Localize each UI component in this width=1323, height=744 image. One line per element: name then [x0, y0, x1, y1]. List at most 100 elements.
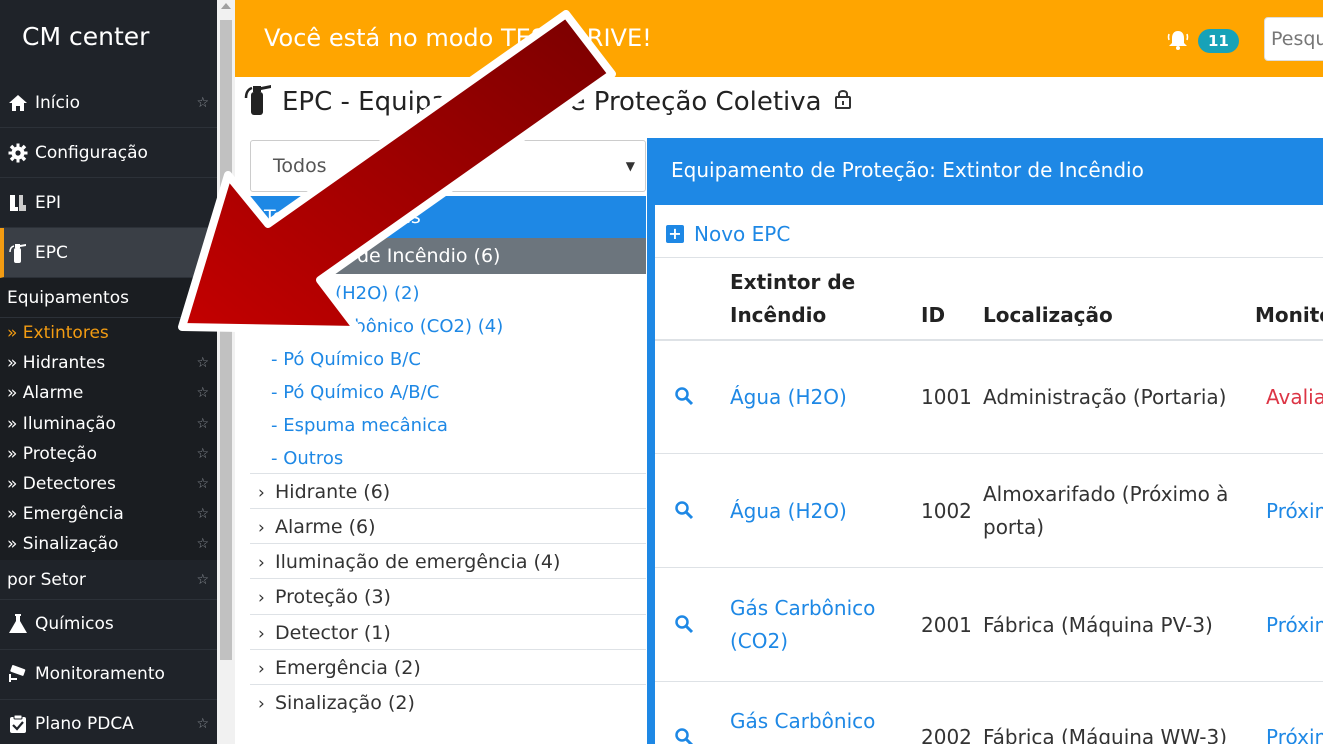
- camera-icon: [6, 662, 30, 686]
- tree-item-iluminacao[interactable]: › Iluminação de emergência (4): [250, 543, 646, 578]
- sidebar-subitem-sinalizacao[interactable]: » Sinalização ☆: [0, 529, 217, 560]
- chevron-right-icon: ›: [258, 553, 265, 573]
- divider: [655, 257, 1323, 258]
- sidebar: CM center Início ☆ Configuração EPI EPC: [0, 0, 217, 744]
- sidebar-item-por-setor[interactable]: por Setor ☆: [0, 560, 217, 600]
- tree-item-hidrante[interactable]: › Hidrante (6): [250, 473, 646, 508]
- sidebar-subitem-emergencia[interactable]: » Emergência ☆: [0, 499, 217, 530]
- star-icon[interactable]: ☆: [196, 716, 209, 732]
- bell-icon[interactable]: [1166, 28, 1190, 52]
- boots-icon: [6, 191, 30, 215]
- column-header-monitoring[interactable]: Monitoramento: [1255, 299, 1323, 332]
- sidebar-subitem-label: » Emergência: [7, 504, 124, 525]
- table-cell-type[interactable]: Gás Carbônico (CO2): [730, 592, 875, 658]
- chevron-right-icon: ›: [258, 588, 265, 608]
- extinguisher-icon: [6, 241, 30, 265]
- table-cell-location: Almoxarifado (Próximo à porta): [983, 478, 1228, 544]
- tree-subitem-po-quimico-abc[interactable]: - Pó Químico A/B/C: [271, 382, 439, 403]
- tree-subitem-espuma[interactable]: - Espuma mecânica: [271, 415, 448, 436]
- sidebar-item-configuracao[interactable]: Configuração: [0, 128, 217, 178]
- column-header-location[interactable]: Localização: [983, 299, 1113, 332]
- lock-icon[interactable]: [834, 87, 852, 117]
- row-divider: [655, 567, 1323, 568]
- extinguisher-icon: [244, 82, 272, 123]
- table-cell-location: Fábrica (Máquina WW-3): [983, 725, 1228, 744]
- tree-item-label: Emergência (2): [275, 657, 421, 679]
- column-header-id[interactable]: ID: [921, 299, 945, 332]
- type-line: Gás Carbônico: [730, 596, 876, 620]
- star-icon[interactable]: ☆: [196, 469, 209, 499]
- sidebar-section-equipamentos[interactable]: Equipamentos: [0, 278, 217, 318]
- column-header-line: Incêndio: [730, 303, 827, 327]
- search-input[interactable]: Pesquisar: [1264, 17, 1323, 61]
- sidebar-item-label: EPC: [35, 242, 68, 263]
- sidebar-item-inicio[interactable]: Início ☆: [0, 78, 217, 128]
- table-header-divider: [655, 339, 1323, 341]
- top-bar: Você está no modo TEST DRIVE! 11 Pesquis…: [235, 0, 1323, 77]
- magnifier-icon[interactable]: [674, 614, 694, 634]
- tree-subitem-outros[interactable]: - Outros: [271, 448, 343, 469]
- sector-filter-select[interactable]: Todos ▼: [250, 140, 646, 192]
- column-header-type[interactable]: Extintor de Incêndio: [730, 266, 855, 332]
- sidebar-subitem-iluminacao[interactable]: » Iluminação ☆: [0, 408, 217, 439]
- star-icon[interactable]: ☆: [196, 378, 209, 408]
- magnifier-icon[interactable]: [674, 500, 694, 520]
- table-cell-status[interactable]: Próximo: [1266, 721, 1323, 744]
- table-cell-type[interactable]: Gás Carbônico: [730, 705, 875, 738]
- sidebar-item-monitoramento[interactable]: Monitoramento: [0, 650, 217, 700]
- tree-header[interactable]: Todos os setores: [250, 196, 646, 238]
- tree-subitem-gas-carbonico[interactable]: - Gás Carbônico (CO2) (4): [271, 316, 503, 337]
- sidebar-subitem-protecao[interactable]: » Proteção ☆: [0, 438, 217, 469]
- tree-item-protecao[interactable]: › Proteção (3): [250, 578, 646, 613]
- tree-item-label: Sinalização (2): [275, 692, 415, 714]
- chevron-right-icon: ›: [258, 483, 265, 503]
- new-epc-label: Novo EPC: [694, 222, 791, 246]
- page-title-text: EPC - Equipamentos de Proteção Coletiva: [282, 87, 822, 117]
- sector-filter-value: Todos: [273, 155, 327, 177]
- tree-item-emergencia[interactable]: › Emergência (2): [250, 649, 646, 684]
- sidebar-item-quimicos[interactable]: Químicos: [0, 600, 217, 650]
- sidebar-item-epc[interactable]: EPC: [0, 228, 217, 278]
- table-cell-status[interactable]: Próximo: [1266, 609, 1323, 642]
- app-root: CM center Início ☆ Configuração EPI EPC: [0, 0, 1323, 744]
- table-cell-type[interactable]: Água (H2O): [730, 381, 847, 414]
- new-epc-button[interactable]: + Novo EPC: [666, 222, 790, 246]
- tree-item-detector[interactable]: › Detector (1): [250, 614, 646, 649]
- tree-item-label: Proteção (3): [275, 586, 391, 608]
- scroll-up-arrow-icon[interactable]: [221, 3, 231, 9]
- star-icon[interactable]: ☆: [196, 499, 209, 529]
- tree-item-sinalizacao[interactable]: › Sinalização (2): [250, 684, 646, 719]
- magnifier-icon[interactable]: [674, 727, 694, 744]
- star-icon[interactable]: ☆: [196, 529, 209, 559]
- sidebar-subitem-hidrantes[interactable]: » Hidrantes ☆: [0, 348, 217, 379]
- table-cell-id: 2001: [921, 613, 972, 637]
- tree-item-alarme[interactable]: › Alarme (6): [250, 508, 646, 543]
- sidebar-item-label: Monitoramento: [35, 664, 165, 684]
- star-icon[interactable]: ☆: [196, 560, 209, 600]
- star-icon[interactable]: ☆: [196, 95, 209, 111]
- sidebar-subitem-detectores[interactable]: » Detectores ☆: [0, 468, 217, 500]
- tree-subitem-po-quimico-bc[interactable]: - Pó Químico B/C: [271, 349, 421, 370]
- star-icon[interactable]: ☆: [196, 439, 209, 469]
- sidebar-subitem-extintores[interactable]: » Extintores: [0, 318, 217, 349]
- table-cell-status[interactable]: Próximo: [1266, 495, 1323, 528]
- sidebar-item-label: Início: [35, 92, 80, 113]
- sidebar-item-plano-pdca[interactable]: Plano PDCA ☆: [0, 700, 217, 744]
- table-cell-status[interactable]: Avaliação: [1266, 381, 1323, 414]
- star-icon[interactable]: ☆: [196, 348, 209, 378]
- brand-logo[interactable]: CM center: [0, 0, 217, 78]
- tree-subitem-agua[interactable]: - Água (H2O) (2): [271, 283, 420, 304]
- location-line: Almoxarifado (Próximo à: [983, 482, 1229, 506]
- page-title: EPC - Equipamentos de Proteção Coletiva: [244, 82, 852, 122]
- magnifier-icon[interactable]: [674, 386, 694, 406]
- table-cell-type[interactable]: Água (H2O): [730, 495, 847, 528]
- star-icon[interactable]: ☆: [196, 409, 209, 439]
- scrollbar-thumb[interactable]: [220, 20, 232, 660]
- flask-icon: [6, 612, 30, 636]
- tree-item-extintor-active[interactable]: Extintor de Incêndio (6): [250, 238, 646, 274]
- tree-item-label: Detector (1): [275, 622, 391, 644]
- notification-badge[interactable]: 11: [1198, 29, 1239, 53]
- sidebar-subitem-alarme[interactable]: » Alarme ☆: [0, 378, 217, 409]
- sidebar-item-epi[interactable]: EPI: [0, 178, 217, 228]
- sidebar-item-label: Plano PDCA: [35, 714, 134, 734]
